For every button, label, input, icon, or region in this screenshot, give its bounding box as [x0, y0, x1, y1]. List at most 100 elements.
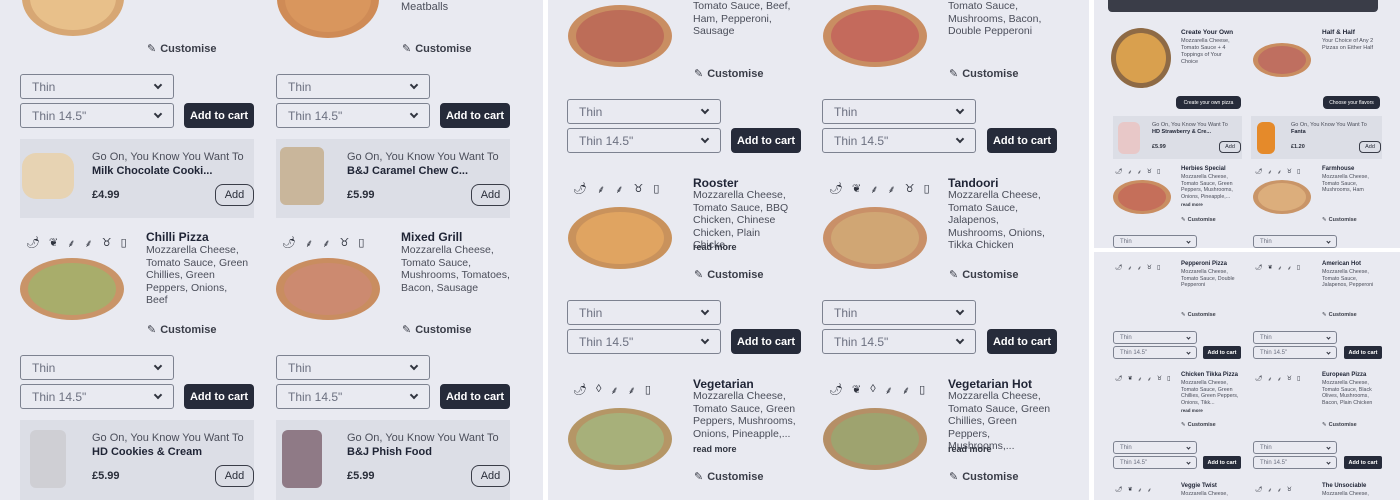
add-to-cart-button[interactable]: Add to cart: [1344, 456, 1382, 469]
crust-select[interactable]: Thin: [567, 300, 721, 325]
wheat-icon: ⸙: [1137, 170, 1142, 176]
size-select[interactable]: Thin 14.5": [20, 384, 174, 409]
customise-link[interactable]: ✎ Customise: [694, 470, 763, 484]
customise-link[interactable]: ✎ Customise: [1322, 422, 1357, 428]
dietary-icons: 🌶 ⸙ ⸙ ♉ ▯: [282, 236, 392, 251]
customise-link[interactable]: ✎ Customise: [694, 67, 763, 81]
add-to-cart-button[interactable]: Add to cart: [731, 128, 801, 153]
customise-link[interactable]: ✎ Customise: [147, 42, 216, 56]
customise-link[interactable]: ✎ Customise: [1181, 217, 1216, 223]
size-select[interactable]: Thin 14.5": [1253, 456, 1337, 469]
add-button[interactable]: Add: [471, 184, 510, 206]
customise-link[interactable]: ✎ Customise: [694, 268, 763, 282]
add-button[interactable]: Add: [215, 465, 254, 487]
wheat-icon: ⸙: [884, 385, 893, 397]
size-select[interactable]: Thin 14.5": [1113, 346, 1197, 359]
customise-link[interactable]: ✎ Customise: [1322, 312, 1357, 318]
pizza-image[interactable]: [1113, 180, 1171, 214]
crust-select[interactable]: Thin: [567, 99, 721, 124]
crust-select[interactable]: Thin: [1113, 331, 1197, 344]
size-select[interactable]: Thin 14.5": [822, 128, 976, 153]
read-more-link[interactable]: read more: [1181, 202, 1203, 207]
pizza-image[interactable]: [22, 0, 124, 36]
cow-icon: ♉: [1146, 169, 1153, 175]
crust-select[interactable]: Thin: [276, 355, 430, 380]
pizza-image[interactable]: [1253, 180, 1311, 214]
customise-link[interactable]: ✎ Customise: [949, 67, 1018, 81]
add-to-cart-button[interactable]: Add to cart: [184, 103, 254, 128]
customise-link[interactable]: ✎ Customise: [949, 470, 1018, 484]
pizza-image[interactable]: [277, 0, 379, 38]
item-description: Mozzarella Cheese, Tomato Sauce, Jalapen…: [948, 189, 1045, 251]
customise-link[interactable]: ✎ Customise: [402, 323, 471, 337]
add-to-cart-button[interactable]: Add to cart: [440, 103, 510, 128]
add-to-cart-button[interactable]: Add to cart: [987, 128, 1057, 153]
crust-select[interactable]: Thin: [1113, 235, 1197, 248]
pizza-image[interactable]: [568, 408, 672, 470]
size-select[interactable]: Thin 14.5": [1113, 456, 1197, 469]
upsell-card: Go On, You Know You Want To HD Cookies &…: [20, 420, 254, 500]
read-more-link[interactable]: read more: [948, 444, 992, 454]
read-more-link[interactable]: read more: [1181, 408, 1203, 413]
pizza-image[interactable]: [823, 5, 927, 67]
crust-select[interactable]: Thin: [20, 74, 174, 99]
size-select[interactable]: Thin 14.5": [1253, 346, 1337, 359]
customise-link[interactable]: ✎ Customise: [949, 268, 1018, 282]
size-select[interactable]: Thin 14.5": [567, 329, 721, 354]
choose-flavors-button[interactable]: Choose your flavors: [1323, 96, 1380, 109]
wheat-icon: ⸙: [1147, 377, 1152, 383]
size-select[interactable]: Thin 14.5": [276, 384, 430, 409]
add-button[interactable]: Add: [471, 465, 510, 487]
customise-link[interactable]: ✎ Customise: [1322, 217, 1357, 223]
pizza-image[interactable]: [568, 5, 672, 67]
read-more-link[interactable]: read more: [693, 242, 737, 252]
item-description: Meatballs: [401, 1, 449, 13]
chevron-down-icon: [1326, 445, 1331, 450]
pencil-icon: ✎: [147, 324, 157, 336]
size-select[interactable]: Thin 14.5": [567, 128, 721, 153]
pencil-icon: ✎: [1322, 422, 1327, 428]
chevron-down-icon: [1186, 460, 1191, 465]
pizza-image[interactable]: [276, 258, 380, 320]
add-to-cart-button[interactable]: Add to cart: [1203, 456, 1241, 469]
add-to-cart-button[interactable]: Add to cart: [1344, 346, 1382, 359]
add-to-cart-button[interactable]: Add to cart: [987, 329, 1057, 354]
pizza-image[interactable]: [20, 258, 124, 320]
cow-icon: ♉: [904, 183, 915, 195]
crust-select[interactable]: Thin: [1253, 235, 1337, 248]
chevron-down-icon: [955, 306, 965, 316]
upsell-card: Go On, You Know You Want To HD Strawberr…: [1113, 116, 1242, 159]
crust-select[interactable]: Thin: [1253, 441, 1337, 454]
crust-select[interactable]: Thin: [1253, 331, 1337, 344]
customise-link[interactable]: ✎ Customise: [1181, 422, 1216, 428]
customise-link[interactable]: ✎ Customise: [147, 323, 216, 337]
crust-select[interactable]: Thin: [822, 300, 976, 325]
crust-select[interactable]: Thin: [276, 74, 430, 99]
read-more-link[interactable]: read more: [693, 444, 737, 454]
pizza-image[interactable]: [1111, 28, 1171, 88]
crust-select[interactable]: Thin: [1113, 441, 1197, 454]
add-to-cart-button[interactable]: Add to cart: [1203, 346, 1241, 359]
pizza-image[interactable]: [568, 207, 672, 269]
crust-select[interactable]: Thin: [822, 99, 976, 124]
chevron-down-icon: [409, 80, 419, 90]
create-own-pizza-button[interactable]: Create your own pizza: [1176, 96, 1241, 109]
add-to-cart-button[interactable]: Add to cart: [440, 384, 510, 409]
pizza-image[interactable]: [823, 207, 927, 269]
add-button[interactable]: Add: [215, 184, 254, 206]
add-button[interactable]: Add: [1219, 141, 1241, 153]
banner-image: [1108, 0, 1378, 12]
customise-link[interactable]: ✎ Customise: [402, 42, 471, 56]
pizza-image[interactable]: [1253, 43, 1311, 77]
add-to-cart-button[interactable]: Add to cart: [731, 329, 801, 354]
size-select[interactable]: Thin 14.5": [20, 103, 174, 128]
chilli-icon: 🌶: [573, 384, 587, 396]
pizza-image[interactable]: [823, 408, 927, 470]
size-select[interactable]: Thin 14.5": [276, 103, 430, 128]
add-button[interactable]: Add: [1359, 141, 1381, 153]
screenshot-panel-1: Meatballs ✎ Customise ✎ Customise Thin Thi…: [0, 0, 543, 500]
size-select[interactable]: Thin 14.5": [822, 329, 976, 354]
add-to-cart-button[interactable]: Add to cart: [184, 384, 254, 409]
crust-select[interactable]: Thin: [20, 355, 174, 380]
customise-link[interactable]: ✎ Customise: [1181, 312, 1216, 318]
